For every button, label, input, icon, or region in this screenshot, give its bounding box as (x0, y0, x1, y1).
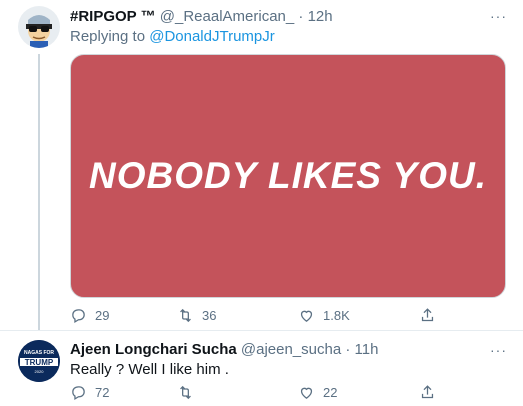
more-icon[interactable]: ··· (490, 342, 507, 358)
like-count: 1.8K (323, 308, 350, 323)
action-bar: 29 36 1.8K (70, 307, 510, 327)
tweet-1[interactable]: #RIPGOP ™ @_ReaalAmerican_ · 12h ··· Rep… (0, 0, 523, 330)
reply-icon (72, 309, 85, 324)
reply-count: 72 (95, 385, 110, 400)
retweet-button[interactable] (177, 384, 202, 401)
image-caption: NOBODY LIKES YOU. (88, 155, 488, 196)
reply-button[interactable]: 29 (70, 307, 109, 324)
avatar[interactable]: NAGAS FOR TRUMP 2020 (18, 340, 60, 382)
avatar[interactable] (18, 6, 60, 48)
retweet-icon (180, 385, 191, 400)
timestamp[interactable]: 12h (308, 8, 333, 25)
display-name[interactable]: #RIPGOP ™ (70, 8, 156, 25)
share-icon (421, 385, 434, 399)
retweet-icon (180, 308, 191, 323)
trump-2020-avatar-icon: NAGAS FOR TRUMP 2020 (18, 340, 60, 382)
display-name[interactable]: Ajeen Longchari Sucha (70, 341, 237, 358)
like-button[interactable]: 1.8K (298, 307, 350, 324)
share-icon (421, 308, 434, 322)
reply-icon (72, 386, 85, 401)
like-button[interactable]: 22 (298, 384, 337, 401)
share-button[interactable] (419, 384, 444, 401)
reply-button[interactable]: 72 (70, 384, 109, 401)
svg-text:TRUMP: TRUMP (25, 358, 54, 367)
timestamp[interactable]: 11h (355, 341, 379, 358)
handle[interactable]: @ajeen_sucha (241, 341, 341, 358)
like-count: 22 (323, 385, 338, 400)
emoji-avatar-icon (26, 15, 52, 48)
tweet-text: Really ? Well I like him . (70, 361, 229, 378)
retweet-count: 36 (202, 308, 217, 323)
retweet-button[interactable]: 36 (177, 307, 216, 324)
tweet-image[interactable]: NOBODY LIKES YOU. (70, 54, 506, 298)
like-icon (300, 387, 313, 399)
svg-text:NAGAS FOR: NAGAS FOR (24, 350, 54, 356)
share-button[interactable] (419, 307, 444, 324)
replying-prefix: Replying to (70, 28, 146, 45)
separator: · (298, 8, 304, 25)
thread-line (38, 54, 40, 330)
action-bar: 72 22 (70, 384, 510, 404)
svg-text:2020: 2020 (35, 369, 45, 374)
mention-link[interactable]: @DonaldJTrumpJr (149, 28, 275, 45)
more-icon[interactable]: ··· (490, 8, 507, 24)
separator: · (345, 341, 351, 358)
handle[interactable]: @_ReaalAmerican_ (160, 8, 294, 25)
replying-to: Replying to @DonaldJTrumpJr (70, 28, 275, 45)
tweet-header: #RIPGOP ™ @_ReaalAmerican_ · 12h (70, 8, 333, 25)
reply-count: 29 (95, 308, 110, 323)
like-icon (300, 310, 313, 322)
tweet-header: Ajeen Longchari Sucha @ajeen_sucha · 11h (70, 341, 378, 358)
